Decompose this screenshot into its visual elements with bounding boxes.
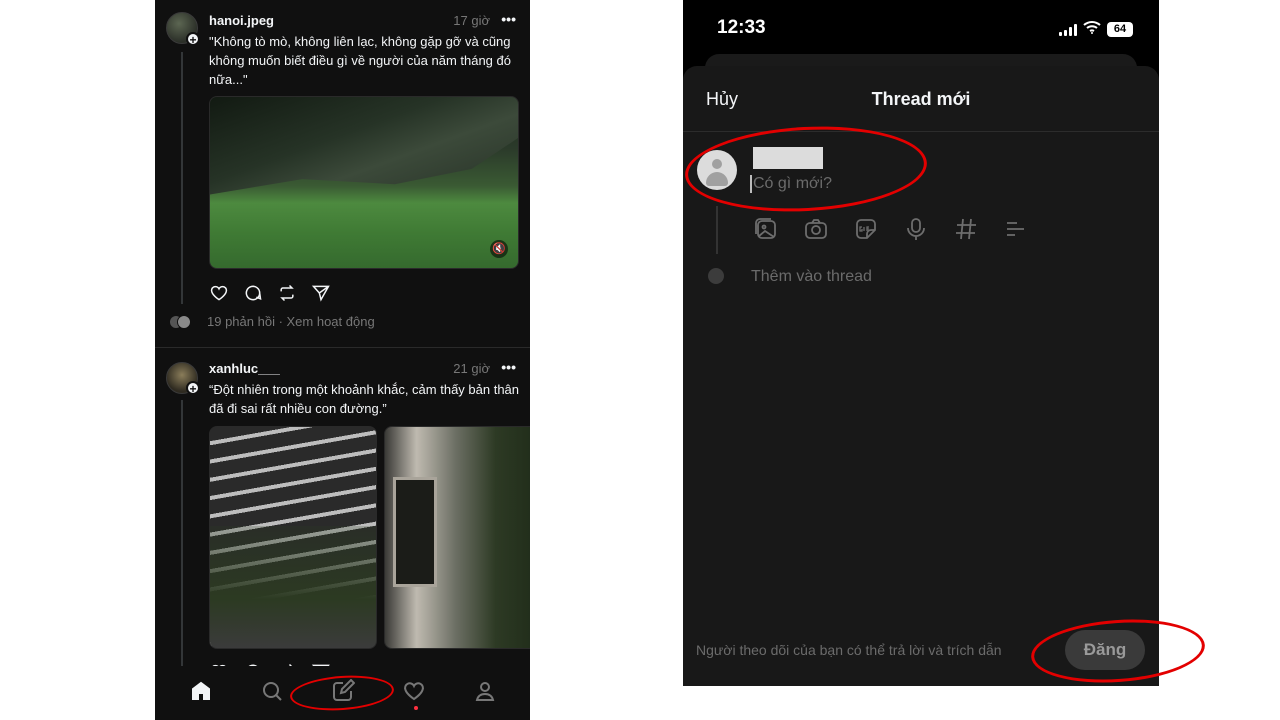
post-username[interactable]: xanhluc___ — [209, 361, 280, 376]
add-to-thread-button[interactable]: Thêm vào thread — [751, 268, 872, 286]
signal-icon — [1059, 23, 1077, 36]
status-time: 12:33 — [717, 17, 766, 38]
divider — [683, 131, 1159, 132]
wifi-icon — [1083, 20, 1101, 39]
follow-plus-icon[interactable]: + — [186, 32, 200, 47]
compose-toolbar — [753, 216, 1029, 247]
gif-icon[interactable] — [853, 216, 879, 247]
home-icon[interactable] — [189, 679, 213, 708]
post-text: “Đột nhiên trong một khoảnh khắc, cảm th… — [209, 382, 520, 416]
replies-count[interactable]: 19 phản hồi · Xem hoạt động — [207, 314, 375, 329]
thread-line — [181, 52, 183, 304]
thread-line — [716, 206, 718, 254]
search-icon[interactable] — [260, 679, 284, 708]
repost-icon[interactable] — [277, 283, 297, 308]
new-thread-screen: 12:33 64 Hủy Thread mới Thêm vào thread … — [683, 0, 1159, 686]
thread-line — [181, 400, 183, 670]
plants-shape — [210, 526, 376, 648]
replies-row[interactable]: 19 phản hồi · Xem hoạt động — [169, 314, 375, 329]
post-photo-cafe[interactable] — [384, 426, 530, 649]
battery-icon: 64 — [1107, 22, 1133, 37]
profile-icon[interactable] — [473, 679, 497, 708]
post-photo-field[interactable]: 🔇 — [209, 96, 519, 269]
more-options-icon[interactable]: ••• — [501, 11, 516, 27]
follow-plus-icon[interactable]: + — [186, 381, 200, 396]
page-title: Thread mới — [871, 89, 971, 109]
mute-icon[interactable]: 🔇 — [490, 240, 508, 258]
post-timestamp: 17 giờ — [453, 13, 490, 28]
reply-avatars — [169, 314, 191, 329]
post-actions — [209, 283, 331, 308]
poll-icon[interactable] — [1003, 216, 1029, 247]
feed-post[interactable]: + hanoi.jpeg 17 giờ ••• "Không tò mò, kh… — [155, 0, 530, 348]
feed-post[interactable]: + xanhluc___ 21 giờ ••• “Đột nhiên trong… — [155, 348, 530, 681]
mountain-shape — [210, 97, 518, 195]
threads-feed-screen: + hanoi.jpeg 17 giờ ••• "Không tò mò, kh… — [155, 0, 530, 720]
heart-icon[interactable] — [402, 679, 426, 708]
gallery-icon[interactable] — [753, 216, 779, 247]
reply-permission-note[interactable]: Người theo dõi của bạn có thể trả lời và… — [696, 642, 1002, 658]
comment-icon[interactable] — [243, 283, 263, 308]
post-username[interactable]: hanoi.jpeg — [209, 13, 274, 28]
like-icon[interactable] — [209, 283, 229, 308]
status-bar: 12:33 64 — [683, 0, 1159, 58]
window-shape — [393, 477, 437, 587]
add-thread-avatar — [708, 268, 724, 284]
share-icon[interactable] — [311, 283, 331, 308]
hashtag-icon[interactable] — [953, 216, 979, 247]
microphone-icon[interactable] — [903, 216, 929, 247]
notification-dot — [414, 706, 418, 710]
post-photo-crosswalk[interactable] — [209, 426, 377, 649]
more-options-icon[interactable]: ••• — [501, 359, 516, 375]
status-icons: 64 — [1059, 20, 1133, 39]
camera-icon[interactable] — [803, 216, 829, 247]
post-timestamp: 21 giờ — [453, 361, 490, 376]
post-text: "Không tò mò, không liên lạc, không gặp … — [209, 34, 511, 87]
